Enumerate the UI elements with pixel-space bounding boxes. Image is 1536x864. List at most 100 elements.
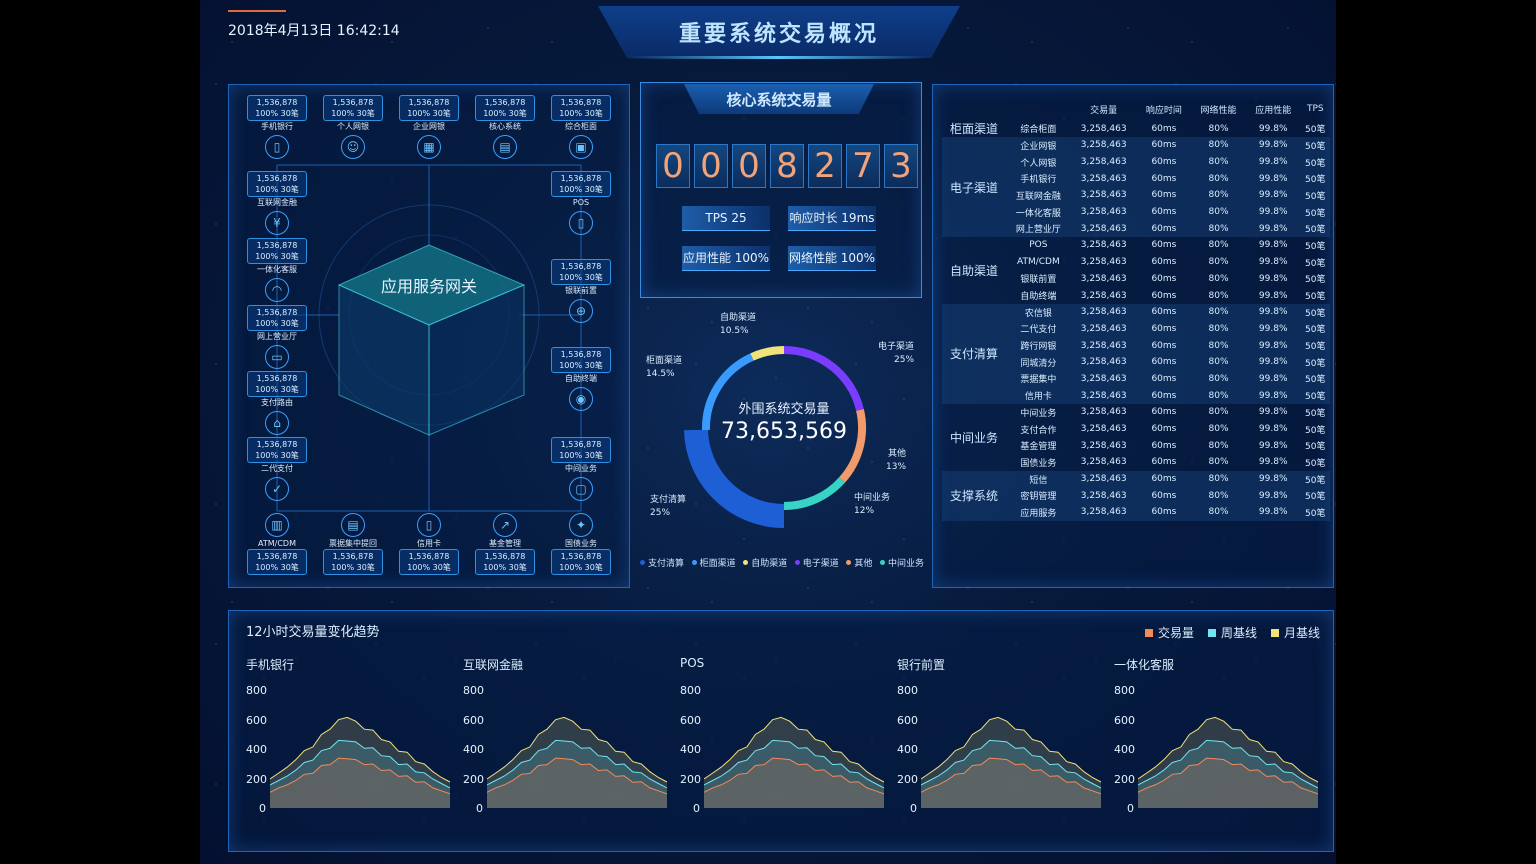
table-cell: 3,258,463 bbox=[1080, 390, 1127, 401]
node-value: 1,536,878 bbox=[256, 440, 298, 449]
table-cell: 60ms bbox=[1151, 390, 1177, 401]
table-cell: 99.8% bbox=[1258, 507, 1288, 518]
network-icon: ⊕ bbox=[569, 299, 593, 323]
legend-label: 中间业务 bbox=[887, 559, 924, 569]
gateway-panel: 应用服务网关 1,536,878 100% 30笔 手机银行 ▯ 1,536,87… bbox=[228, 84, 630, 588]
legend-item[interactable]: 月基线 bbox=[1270, 624, 1320, 641]
node-label: 国债业务 bbox=[565, 539, 597, 548]
y-tick-label: 400 bbox=[897, 743, 918, 756]
table-cell: 50笔 bbox=[1305, 325, 1326, 336]
legend-item[interactable]: 周基线 bbox=[1207, 624, 1257, 641]
table-cell: 99.8% bbox=[1258, 123, 1288, 134]
trend-chart: POS 800 600 400 200 0 bbox=[680, 656, 890, 816]
table-cell: 50笔 bbox=[1305, 358, 1326, 369]
node-counter[interactable]: 1,536,878 100% 30笔 综合柜面 ▣ bbox=[551, 95, 611, 159]
node-label: 综合柜面 bbox=[565, 122, 597, 131]
node-online-hall[interactable]: 1,536,878 100% 30笔 网上营业厅 ▭ bbox=[247, 305, 307, 369]
y-tick-label: 400 bbox=[680, 743, 701, 756]
table-row[interactable]: 自助渠道 POS 3,258,463 60ms 80% 99.8% 50笔 bbox=[942, 237, 1330, 278]
table-cell: 80% bbox=[1208, 257, 1229, 268]
table-header: 应用性能 bbox=[1255, 105, 1292, 116]
table-cell: 99.8% bbox=[1258, 223, 1288, 234]
table-cell: 60ms bbox=[1151, 440, 1177, 451]
table-cell: 99.8% bbox=[1258, 140, 1288, 151]
table-group-label: 电子渠道 bbox=[949, 180, 998, 195]
node-customer-service[interactable]: 1,536,878 100% 30笔 一体化客服 ◠ bbox=[247, 238, 307, 302]
legend-label: 柜面渠道 bbox=[699, 559, 736, 569]
node-mobile-banking[interactable]: 1,536,878 100% 30笔 手机银行 ▯ bbox=[247, 95, 307, 159]
node-internet-finance[interactable]: 1,536,878 100% 30笔 互联网金融 ¥ bbox=[247, 171, 307, 235]
table-cell: 3,258,463 bbox=[1080, 223, 1127, 234]
node-stat: 100% 30笔 bbox=[483, 109, 527, 118]
table-cell: 3,258,463 bbox=[1080, 240, 1127, 251]
node-second-gen-payment[interactable]: 1,536,878 100% 30笔 二代支付 ✓ bbox=[247, 437, 307, 501]
node-core-system[interactable]: 1,536,878 100% 30笔 核心系统 ▤ bbox=[475, 95, 535, 159]
node-pos[interactable]: 1,536,878 100% 30笔 POS ▯ bbox=[551, 171, 611, 235]
table-cell: 50笔 bbox=[1305, 275, 1326, 286]
table-header-row: 交易量 响应时间 网络性能 应用性能 TPS bbox=[942, 98, 1330, 120]
legend-item[interactable]: 自助渠道 bbox=[743, 556, 787, 569]
donut-slice-self bbox=[750, 346, 785, 361]
y-tick-label: 600 bbox=[463, 713, 484, 727]
y-tick-label: 0 bbox=[476, 802, 483, 815]
table-cell: 99.8% bbox=[1258, 207, 1288, 218]
legend-item[interactable]: 中间业务 bbox=[879, 556, 924, 569]
table-row[interactable]: 支撑系统 短信 3,258,463 60ms 80% 99.8% 50笔 bbox=[942, 470, 1330, 503]
table-cell: 99.8% bbox=[1258, 173, 1288, 184]
node-atm[interactable]: ▥ ATM/CDM 1,536,878 100% 30笔 bbox=[247, 513, 307, 575]
table-cell: 60ms bbox=[1151, 290, 1177, 301]
node-label: 企业网银 bbox=[413, 122, 445, 131]
table-row[interactable]: 电子渠道 企业网银 3,258,463 60ms 80% 99.8% 50笔 bbox=[942, 137, 1330, 195]
legend-item[interactable]: 支付清算 bbox=[640, 556, 684, 569]
node-credit-card[interactable]: ▯ 信用卡 1,536,878 100% 30笔 bbox=[399, 513, 459, 575]
node-payment-routing[interactable]: 1,536,878 100% 30笔 支付路由 ⌂ bbox=[247, 371, 307, 435]
node-value: 1,536,878 bbox=[332, 552, 374, 561]
node-fund-management[interactable]: ↗ 基金管理 1,536,878 100% 30笔 bbox=[475, 513, 535, 575]
trend-chart: 手机银行 800 600 400 200 0 bbox=[246, 656, 456, 816]
node-value: 1,536,878 bbox=[560, 440, 602, 449]
table-cell-system: 跨行网银 bbox=[1020, 342, 1057, 353]
donut-center-label: 外围系统交易量 bbox=[738, 402, 830, 417]
y-tick-label: 600 bbox=[246, 713, 267, 727]
donut-label-other: 其他 13% bbox=[886, 448, 906, 474]
table-row[interactable]: 支付清算 农信银 3,258,463 60ms 80% 99.8% 50笔 bbox=[942, 303, 1330, 361]
legend-item[interactable]: 电子渠道 bbox=[794, 556, 839, 569]
core-title: 核心系统交易量 bbox=[684, 84, 874, 114]
y-tick-label: 0 bbox=[1127, 802, 1134, 815]
table-cell: 80% bbox=[1208, 474, 1229, 485]
y-tick-label: 400 bbox=[1114, 743, 1135, 756]
table-cell: 99.8% bbox=[1258, 340, 1288, 351]
y-tick-label: 200 bbox=[680, 772, 701, 786]
node-corporate-banking[interactable]: 1,536,878 100% 30笔 企业网银 ▦ bbox=[399, 95, 459, 159]
table-cell: 50笔 bbox=[1305, 125, 1326, 135]
table-row[interactable]: 柜面渠道 综合柜面 3,258,463 60ms 80% 99.8% 50笔 bbox=[942, 120, 1330, 137]
table-row[interactable]: 中间业务 中间业务 3,258,463 60ms 80% 99.8% 50笔 bbox=[942, 404, 1330, 445]
legend-label: 电子渠道 bbox=[802, 559, 839, 569]
node-value: 1,536,878 bbox=[484, 552, 526, 561]
router-icon: ⌂ bbox=[265, 411, 289, 435]
donut-label-pct: 25% bbox=[650, 508, 671, 518]
phone-icon: ▯ bbox=[265, 135, 289, 159]
node-stat: 100% 30笔 bbox=[483, 563, 527, 572]
table-cell: 60ms bbox=[1151, 407, 1177, 418]
node-label: 基金管理 bbox=[489, 539, 521, 548]
node-self-terminal[interactable]: 1,536,878 100% 30笔 自助终端 ◉ bbox=[551, 347, 611, 411]
table-cell: 80% bbox=[1208, 207, 1229, 218]
table-cell: 99.8% bbox=[1258, 474, 1288, 485]
table-group-label: 支撑系统 bbox=[949, 489, 998, 504]
node-intermediate[interactable]: 1,536,878 100% 30笔 中间业务 ▢ bbox=[551, 437, 611, 501]
table-cell: 50笔 bbox=[1305, 158, 1326, 169]
node-stat: 100% 30笔 bbox=[255, 109, 299, 118]
node-unionpay[interactable]: 1,536,878 100% 30笔 银联前置 ⊕ bbox=[551, 259, 611, 323]
node-bill-collection[interactable]: ▤ 票据集中提回 1,536,878 100% 30笔 bbox=[323, 513, 383, 575]
table-cell-system: 个人网银 bbox=[1020, 158, 1057, 169]
legend-dot bbox=[794, 560, 800, 565]
legend-item[interactable]: 交易量 bbox=[1144, 624, 1194, 641]
table-cell: 3,258,463 bbox=[1080, 340, 1127, 351]
legend-item[interactable]: 柜面渠道 bbox=[691, 556, 736, 569]
table-cell: 80% bbox=[1208, 240, 1229, 251]
node-personal-banking[interactable]: 1,536,878 100% 30笔 个人网银 ☺ bbox=[323, 95, 383, 159]
legend-item[interactable]: 其他 bbox=[846, 556, 872, 569]
node-treasury-bonds[interactable]: ✦ 国债业务 1,536,878 100% 30笔 bbox=[551, 513, 611, 575]
legend-label: 月基线 bbox=[1283, 626, 1320, 640]
